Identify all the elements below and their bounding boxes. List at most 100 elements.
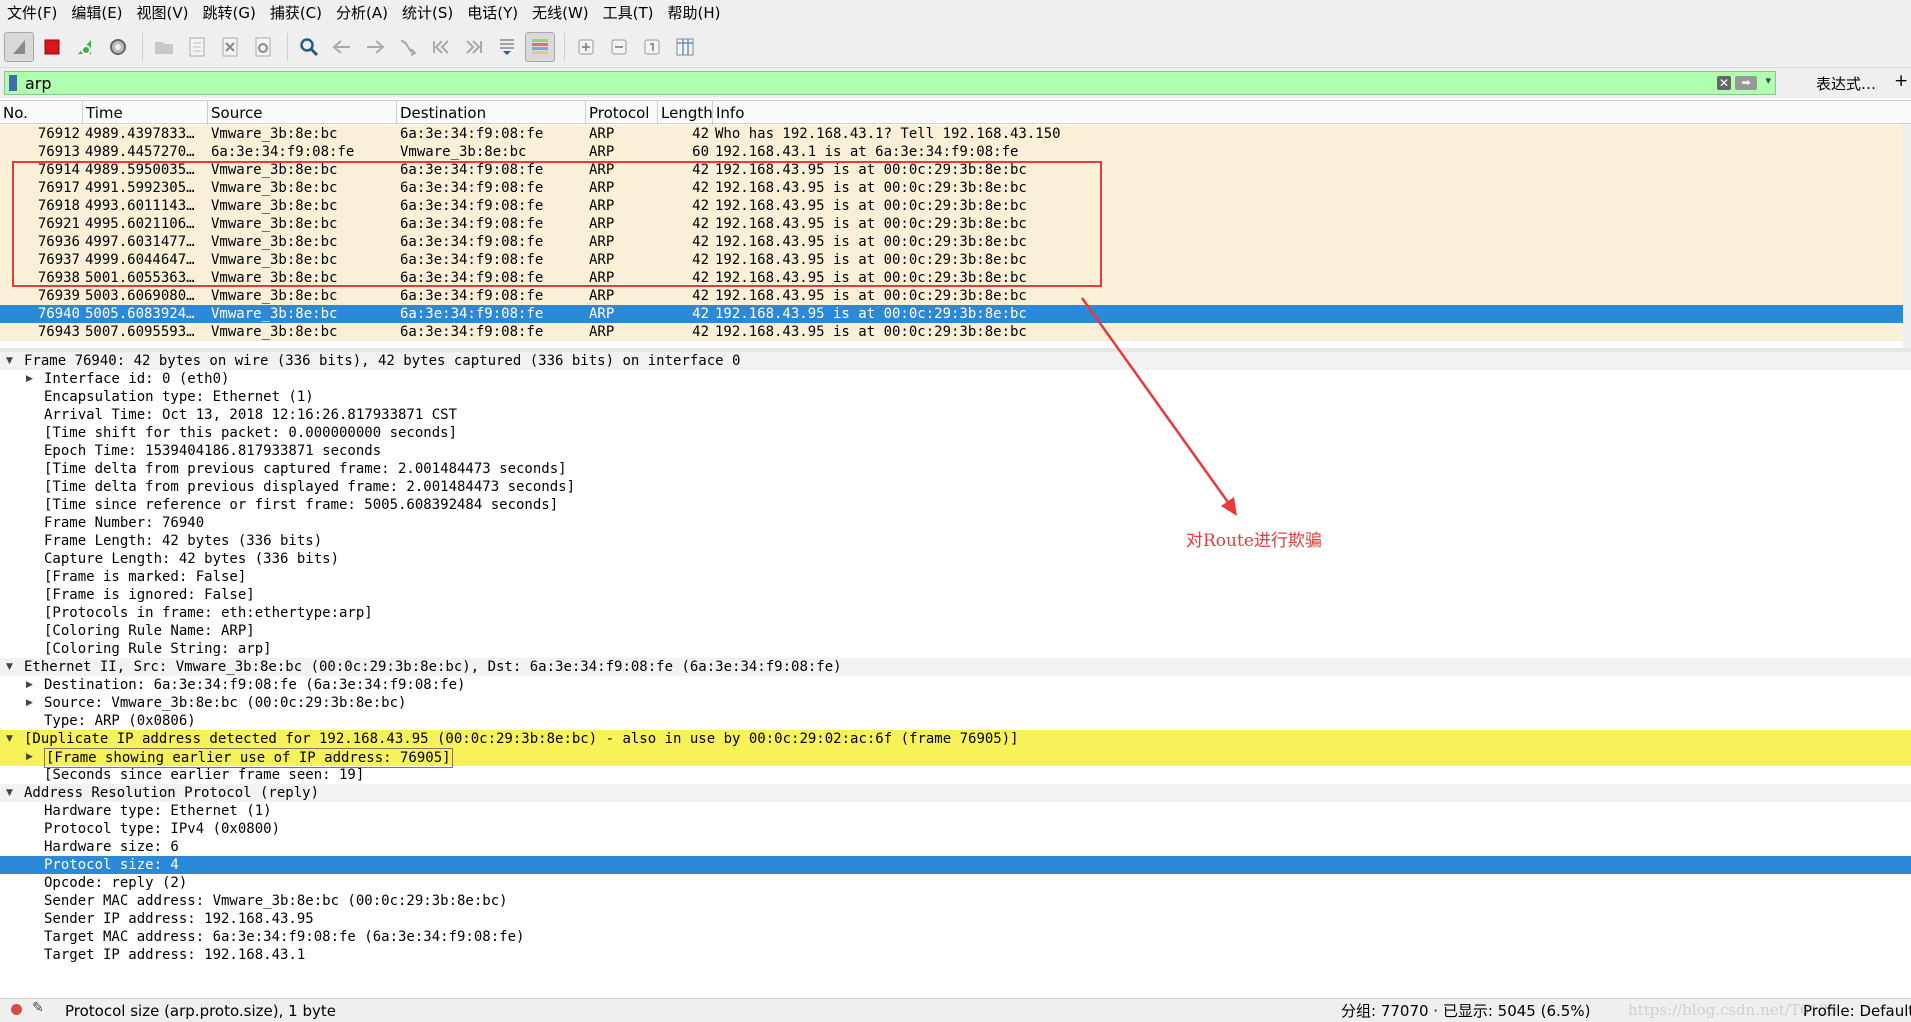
detail-section[interactable]: ▼ [Duplicate IP address detected for 192.… xyxy=(0,730,1911,748)
menu-item-4[interactable]: 捕获(C) xyxy=(263,0,329,26)
column-header-destination[interactable]: Destination xyxy=(397,101,586,125)
detail-section[interactable]: ▼ Ethernet II, Src: Vmware_3b:8e:bc (00:0… xyxy=(0,658,1911,676)
packet-list-scrollbar[interactable] xyxy=(1903,124,1911,348)
column-header-no[interactable]: No. xyxy=(0,101,83,125)
collapse-arrow-icon[interactable]: ▶ xyxy=(26,694,33,712)
menu-item-3[interactable]: 跳转(G) xyxy=(196,0,263,26)
detail-field[interactable]: Opcode: reply (2) xyxy=(0,874,1911,892)
filter-bookmark-icon[interactable] xyxy=(9,75,17,91)
detail-field[interactable]: [Protocols in frame: eth:ethertype:arp] xyxy=(0,604,1911,622)
last-packet-icon[interactable] xyxy=(459,32,489,62)
detail-field[interactable]: Target MAC address: 6a:3e:34:f9:08:fe (6… xyxy=(0,928,1911,946)
colorize-icon[interactable] xyxy=(525,31,555,62)
detail-field[interactable]: Encapsulation type: Ethernet (1) xyxy=(0,388,1911,406)
detail-field[interactable]: Capture Length: 42 bytes (336 bits) xyxy=(0,550,1911,568)
status-profile[interactable]: Profile: Default xyxy=(1803,1001,1911,1021)
resize-columns-icon[interactable] xyxy=(670,32,700,62)
menu-item-10[interactable]: 帮助(H) xyxy=(661,0,728,26)
detail-field[interactable]: Hardware size: 6 xyxy=(0,838,1911,856)
detail-text: Destination: 6a:3e:34:f9:08:fe (6a:3e:34… xyxy=(44,677,466,693)
packet-cell-no: 76939 xyxy=(37,288,80,304)
collapse-arrow-icon[interactable]: ▶ xyxy=(26,676,33,694)
detail-field[interactable]: [Frame is ignored: False] xyxy=(0,586,1911,604)
reload-icon[interactable] xyxy=(248,32,278,62)
detail-field[interactable]: [Time shift for this packet: 0.000000000… xyxy=(0,424,1911,442)
packet-row[interactable]: 76913 4989.4457270… 6a:3e:34:f9:08:fe Vmwar… xyxy=(0,143,1903,161)
capture-comment-icon[interactable]: ✎ xyxy=(32,1000,44,1016)
menu-item-6[interactable]: 统计(S) xyxy=(395,0,460,26)
detail-field[interactable]: Hardware type: Ethernet (1) xyxy=(0,802,1911,820)
collapse-arrow-icon[interactable]: ▶ xyxy=(26,370,33,388)
menu-item-7[interactable]: 电话(Y) xyxy=(460,0,525,26)
shark-fin-start-icon[interactable] xyxy=(4,31,34,62)
stop-capture-icon[interactable] xyxy=(37,32,67,62)
collapse-arrow-icon[interactable]: ▶ xyxy=(26,748,33,766)
column-header-info[interactable]: Info xyxy=(713,101,1903,125)
filter-history-dropdown-icon[interactable]: ▾ xyxy=(1765,74,1771,87)
save-file-icon[interactable] xyxy=(182,32,212,62)
apply-filter-icon[interactable]: ➡ xyxy=(1735,76,1757,90)
detail-field[interactable]: [Time delta from previous displayed fram… xyxy=(0,478,1911,496)
column-header-source[interactable]: Source xyxy=(208,101,397,125)
packet-cell-dst: Vmware_3b:8e:bc xyxy=(400,144,527,160)
column-header-time[interactable]: Time xyxy=(83,101,208,125)
menu-item-1[interactable]: 编辑(E) xyxy=(64,0,129,26)
expand-arrow-icon[interactable]: ▼ xyxy=(6,730,13,748)
add-filter-button[interactable]: + xyxy=(1894,71,1908,91)
detail-field[interactable]: [Frame is marked: False] xyxy=(0,568,1911,586)
detail-field[interactable]: [Seconds since earlier frame seen: 19] xyxy=(0,766,1911,784)
detail-field[interactable]: Epoch Time: 1539404186.817933871 seconds xyxy=(0,442,1911,460)
packet-row[interactable]: 76939 5003.6069080… Vmware_3b:8e:bc 6a:3e:3… xyxy=(0,287,1903,305)
expand-arrow-icon[interactable]: ▼ xyxy=(6,352,13,370)
menu-item-8[interactable]: 无线(W) xyxy=(525,0,596,26)
detail-field[interactable]: Protocol type: IPv4 (0x0800) xyxy=(0,820,1911,838)
zoom-in-icon[interactable] xyxy=(571,32,601,62)
detail-field[interactable]: [Time delta from previous captured frame… xyxy=(0,460,1911,478)
go-back-icon[interactable] xyxy=(327,32,357,62)
restart-capture-icon[interactable] xyxy=(70,32,100,62)
clear-filter-icon[interactable]: ✕ xyxy=(1717,76,1731,90)
menu-item-0[interactable]: 文件(F) xyxy=(0,0,64,26)
detail-field[interactable]: [Coloring Rule String: arp] xyxy=(0,640,1911,658)
go-to-packet-icon[interactable] xyxy=(393,32,423,62)
detail-section[interactable]: ▼ Frame 76940: 42 bytes on wire (336 bits… xyxy=(0,352,1911,370)
expression-button[interactable]: 表达式… xyxy=(1816,73,1876,94)
detail-field[interactable]: ▶ Destination: 6a:3e:34:f9:08:fe (6a:3e:3… xyxy=(0,676,1911,694)
detail-section[interactable]: ▼ Address Resolution Protocol (reply) xyxy=(0,784,1911,802)
display-filter-input[interactable]: arp ✕ ➡ ▾ xyxy=(4,71,1776,95)
detail-field[interactable]: Target IP address: 192.168.43.1 xyxy=(0,946,1911,964)
detail-field[interactable]: ▶ [Frame showing earlier use of IP addres… xyxy=(0,748,1911,768)
column-header-protocol[interactable]: Protocol xyxy=(586,101,658,125)
capture-options-gear-icon[interactable] xyxy=(103,32,133,62)
detail-field[interactable]: Protocol size: 4 xyxy=(0,856,1911,874)
expert-info-led-icon[interactable] xyxy=(11,1004,22,1015)
detail-field[interactable]: Frame Number: 76940 xyxy=(0,514,1911,532)
close-file-icon[interactable] xyxy=(215,32,245,62)
detail-field[interactable]: ▶ Source: Vmware_3b:8e:bc (00:0c:29:3b:8e… xyxy=(0,694,1911,712)
go-forward-icon[interactable] xyxy=(360,32,390,62)
first-packet-icon[interactable] xyxy=(426,32,456,62)
zoom-out-icon[interactable] xyxy=(604,32,634,62)
packet-row[interactable]: 76943 5007.6095593… Vmware_3b:8e:bc 6a:3e:3… xyxy=(0,323,1903,341)
menu-item-9[interactable]: 工具(T) xyxy=(596,0,661,26)
packet-row[interactable]: 76912 4989.4397833… Vmware_3b:8e:bc 6a:3e:3… xyxy=(0,125,1903,143)
open-folder-icon[interactable] xyxy=(149,32,179,62)
detail-field[interactable]: Sender IP address: 192.168.43.95 xyxy=(0,910,1911,928)
autoscroll-icon[interactable] xyxy=(492,32,522,62)
packet-row-selected[interactable]: 76940 5005.6083924… Vmware_3b:8e:bc 6a:3e:3… xyxy=(0,305,1903,323)
column-header-length[interactable]: Length xyxy=(658,101,713,125)
detail-field[interactable]: Sender MAC address: Vmware_3b:8e:bc (00:… xyxy=(0,892,1911,910)
detail-field[interactable]: Type: ARP (0x0806) xyxy=(0,712,1911,730)
expand-arrow-icon[interactable]: ▼ xyxy=(6,784,13,802)
detail-field[interactable]: [Coloring Rule Name: ARP] xyxy=(0,622,1911,640)
menu-item-5[interactable]: 分析(A) xyxy=(329,0,395,26)
detail-field[interactable]: [Time since reference or first frame: 50… xyxy=(0,496,1911,514)
find-packet-icon[interactable] xyxy=(294,32,324,62)
menu-item-2[interactable]: 视图(V) xyxy=(130,0,196,26)
detail-field[interactable]: ▶ Interface id: 0 (eth0) xyxy=(0,370,1911,388)
detail-field[interactable]: Arrival Time: Oct 13, 2018 12:16:26.8179… xyxy=(0,406,1911,424)
expand-arrow-icon[interactable]: ▼ xyxy=(6,658,13,676)
detail-field[interactable]: Frame Length: 42 bytes (336 bits) xyxy=(0,532,1911,550)
normal-size-icon[interactable] xyxy=(637,32,667,62)
packet-details[interactable]: ▼ Frame 76940: 42 bytes on wire (336 bits… xyxy=(0,352,1911,992)
